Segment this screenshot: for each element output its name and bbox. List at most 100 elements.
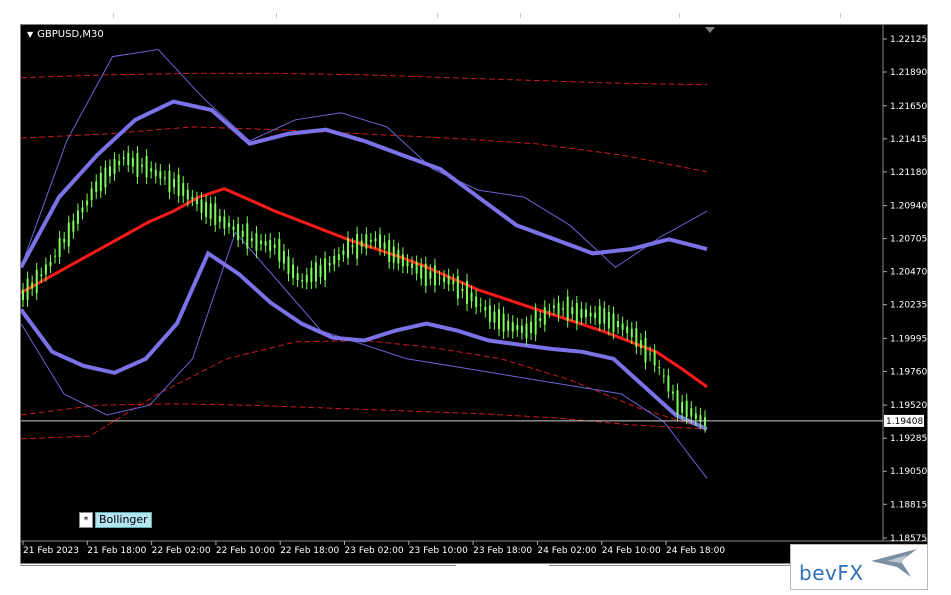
candle-body bbox=[351, 245, 354, 248]
candle-body bbox=[644, 337, 647, 363]
candle-body bbox=[90, 188, 93, 201]
bollinger-lower-band bbox=[21, 250, 708, 431]
candle-body bbox=[191, 197, 194, 200]
indicator-name[interactable]: Bollinger bbox=[95, 512, 152, 528]
candle-body bbox=[356, 233, 359, 259]
candle-body bbox=[694, 413, 697, 419]
candle-body bbox=[484, 306, 487, 311]
bollinger-upper-band bbox=[21, 99, 708, 269]
toolbar-separator bbox=[840, 13, 841, 18]
candle-body bbox=[173, 179, 176, 188]
candle-body bbox=[479, 304, 482, 306]
chart-window[interactable]: 1.22125 1.21890 1.21650 1.21415 1.21180 1.209… bbox=[20, 24, 928, 564]
time-tick-label: 24 Feb 18:00 bbox=[666, 546, 725, 556]
logo-text: bevFX bbox=[799, 561, 864, 585]
price-tick-label: 1.20705 bbox=[890, 235, 927, 245]
candle-body bbox=[163, 177, 166, 179]
candle-body bbox=[314, 262, 317, 282]
candle-body bbox=[223, 216, 226, 229]
candle-body bbox=[122, 157, 125, 159]
candle-body bbox=[653, 351, 656, 366]
candle-body bbox=[584, 309, 587, 317]
price-tick-label: 1.20470 bbox=[890, 268, 927, 278]
time-tick-label: 23 Feb 18:00 bbox=[473, 546, 532, 556]
candle-body bbox=[658, 367, 661, 369]
toolbar-separator bbox=[520, 13, 521, 18]
candle-body bbox=[424, 263, 427, 286]
candle-body bbox=[35, 269, 38, 294]
candle-body bbox=[571, 307, 574, 315]
candle-body bbox=[566, 296, 569, 321]
indicator-label[interactable]: * Bollinger bbox=[79, 512, 152, 528]
candle-body bbox=[685, 400, 688, 418]
candle-body bbox=[511, 322, 514, 332]
candle-body bbox=[273, 244, 276, 248]
price-tick-label: 1.20235 bbox=[890, 301, 927, 311]
candle-body bbox=[301, 280, 304, 282]
candle-body bbox=[498, 309, 501, 330]
toolbar-separator bbox=[113, 13, 114, 18]
indicator-star-icon[interactable]: * bbox=[79, 512, 93, 528]
candle-body bbox=[141, 164, 144, 167]
candle-body bbox=[337, 254, 340, 260]
candle-body bbox=[507, 320, 510, 331]
time-tick-label: 22 Feb 18:00 bbox=[280, 546, 339, 556]
candle-body bbox=[333, 255, 336, 265]
candle-body bbox=[136, 153, 139, 178]
candle-body bbox=[63, 238, 66, 243]
toolbar-separator bbox=[437, 13, 438, 18]
candle-body bbox=[676, 390, 679, 415]
candle-body bbox=[525, 323, 528, 339]
candle-body bbox=[99, 172, 102, 192]
candle-body bbox=[76, 210, 79, 224]
price-chart[interactable]: 1.22125 1.21890 1.21650 1.21415 1.21180 1.209… bbox=[21, 25, 927, 563]
candle-body bbox=[392, 246, 395, 263]
candle-body bbox=[671, 391, 674, 394]
price-tick-label: 1.19050 bbox=[890, 467, 927, 477]
candle-body bbox=[26, 278, 29, 300]
candle-body bbox=[456, 276, 459, 299]
candle-body bbox=[310, 267, 313, 282]
candle-body bbox=[319, 265, 322, 277]
chart-tab[interactable] bbox=[549, 565, 794, 566]
candle-body bbox=[241, 230, 244, 237]
chart-shift-marker-icon bbox=[705, 27, 715, 33]
candle-body bbox=[580, 308, 583, 318]
candle-body bbox=[264, 241, 267, 246]
candle-body bbox=[557, 302, 560, 315]
symbol-menu[interactable]: ▼ GBPUSD,M30 bbox=[27, 29, 104, 40]
candle-body bbox=[626, 326, 629, 334]
candle-body bbox=[287, 256, 290, 275]
candle-body bbox=[552, 305, 555, 308]
candle-body bbox=[232, 226, 235, 231]
dashed-envelope-upper bbox=[21, 72, 708, 86]
candle-body bbox=[543, 307, 546, 325]
candle-body bbox=[31, 282, 34, 289]
candle-body bbox=[150, 168, 153, 172]
candle-body bbox=[227, 222, 230, 227]
candle-body bbox=[113, 159, 116, 174]
candle-body bbox=[475, 296, 478, 308]
candle-body bbox=[40, 274, 43, 277]
candle-body bbox=[548, 310, 551, 312]
candle-body bbox=[49, 261, 52, 267]
candle-body bbox=[447, 275, 450, 285]
time-tick-label: 24 Feb 10:00 bbox=[602, 546, 661, 556]
candle-body bbox=[630, 328, 633, 338]
price-tick-label: 1.19995 bbox=[890, 334, 927, 344]
candle-body bbox=[621, 323, 624, 330]
candle-body bbox=[452, 280, 455, 285]
candle-body bbox=[493, 311, 496, 323]
candle-body bbox=[461, 288, 464, 292]
price-tick-label: 1.19520 bbox=[890, 401, 927, 411]
candle-body bbox=[118, 161, 121, 165]
candle-body bbox=[594, 312, 597, 319]
candle-body bbox=[72, 220, 75, 232]
candle-body bbox=[145, 156, 148, 178]
terminal-frame: 1.22125 1.21890 1.21650 1.21415 1.21180 1.209… bbox=[0, 0, 951, 595]
candle-body bbox=[649, 353, 652, 355]
candle-body bbox=[346, 238, 349, 258]
chart-tab[interactable] bbox=[20, 565, 456, 566]
candle-body bbox=[502, 313, 505, 332]
candle-body bbox=[612, 313, 615, 333]
